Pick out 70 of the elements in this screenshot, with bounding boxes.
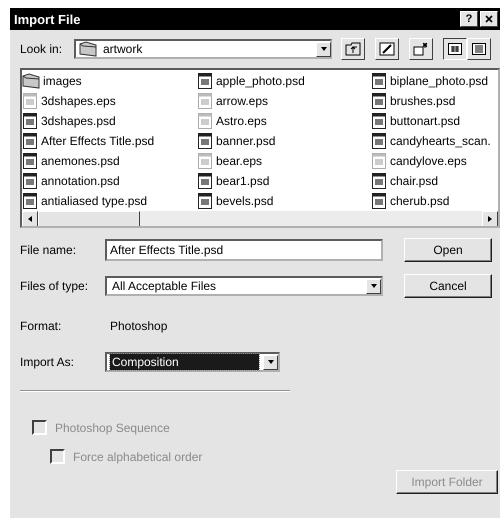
caret-icon	[370, 282, 378, 290]
file-item[interactable]: chair.psd	[371, 171, 498, 191]
help-button[interactable]: ?	[460, 11, 478, 27]
format-label: Format:	[20, 319, 62, 333]
scroll-left-icon	[26, 215, 34, 223]
horizontal-scrollbar[interactable]	[22, 211, 498, 226]
dropdown-button[interactable]	[316, 42, 331, 56]
folder-icon	[22, 73, 40, 89]
close-button[interactable]	[480, 11, 498, 27]
file-item[interactable]: anemones.psd	[22, 151, 197, 171]
list-view-button[interactable]	[443, 38, 467, 60]
document-icon	[197, 132, 213, 150]
document-icon	[371, 92, 387, 110]
scroll-right-icon	[486, 215, 494, 223]
desktop-button[interactable]	[375, 38, 399, 60]
file-item[interactable]: antialiased type.psd	[22, 191, 197, 211]
caret-icon	[320, 45, 328, 53]
pencil-icon	[379, 42, 395, 56]
file-type-dropdown[interactable]: All Acceptable Files	[105, 276, 383, 296]
folder-icon	[79, 41, 97, 57]
file-item[interactable]: 3dshapes.eps	[22, 91, 197, 111]
document-icon	[197, 172, 213, 190]
details-view-icon	[472, 43, 486, 55]
file-name-label: File name:	[20, 243, 78, 257]
file-item[interactable]: arrow.eps	[197, 91, 371, 111]
open-button[interactable]: Open	[404, 238, 492, 262]
caret-icon	[266, 358, 274, 366]
file-type-label: Files of type:	[20, 279, 90, 293]
document-icon	[197, 72, 213, 90]
window-title: Import File	[14, 12, 82, 26]
file-item[interactable]: images	[22, 71, 197, 91]
document-icon	[371, 172, 387, 190]
file-item[interactable]: bear.eps	[197, 151, 371, 171]
document-icon	[371, 152, 387, 170]
import-as-label: Import As:	[20, 355, 76, 369]
document-icon	[371, 72, 387, 90]
up-folder-button[interactable]	[341, 38, 365, 60]
document-icon	[371, 112, 387, 130]
file-item[interactable]: After Effects Title.psd	[22, 131, 197, 151]
list-view-icon	[448, 43, 462, 55]
look-in-label: Look in:	[20, 42, 64, 56]
format-value: Photoshop	[110, 319, 168, 333]
details-view-button[interactable]	[467, 38, 491, 60]
file-item[interactable]: annotation.psd	[22, 171, 197, 191]
file-item[interactable]: buttonart.psd	[371, 111, 498, 131]
import-as-dropdown[interactable]: Composition	[105, 352, 280, 372]
file-item[interactable]: apple_photo.psd	[197, 71, 371, 91]
new-folder-button[interactable]	[409, 38, 433, 60]
file-item[interactable]: Astro.eps	[197, 111, 371, 131]
file-item[interactable]: bear1.psd	[197, 171, 371, 191]
folder-up-arrow-icon	[345, 42, 361, 56]
file-item[interactable]: bevels.psd	[197, 191, 371, 211]
cancel-button[interactable]: Cancel	[404, 274, 492, 298]
document-icon	[197, 192, 213, 210]
look-in-dropdown[interactable]: artwork	[74, 39, 332, 59]
document-icon	[371, 132, 387, 150]
document-icon	[371, 192, 387, 210]
file-item[interactable]: brushes.psd	[371, 91, 498, 111]
file-item[interactable]: biplane_photo.psd	[371, 71, 498, 91]
document-icon	[197, 152, 213, 170]
file-item[interactable]: candylove.eps	[371, 151, 498, 171]
file-item[interactable]: cherub.psd	[371, 191, 498, 211]
file-item[interactable]: 3dshapes.psd	[22, 111, 197, 131]
new-folder-icon	[413, 42, 429, 56]
document-icon	[197, 92, 213, 110]
file-name-field[interactable]: After Effects Title.psd	[105, 239, 383, 261]
close-icon	[485, 15, 493, 23]
file-item[interactable]: candyhearts_scan.	[371, 131, 498, 151]
document-icon	[197, 112, 213, 130]
file-item[interactable]: banner.psd	[197, 131, 371, 151]
